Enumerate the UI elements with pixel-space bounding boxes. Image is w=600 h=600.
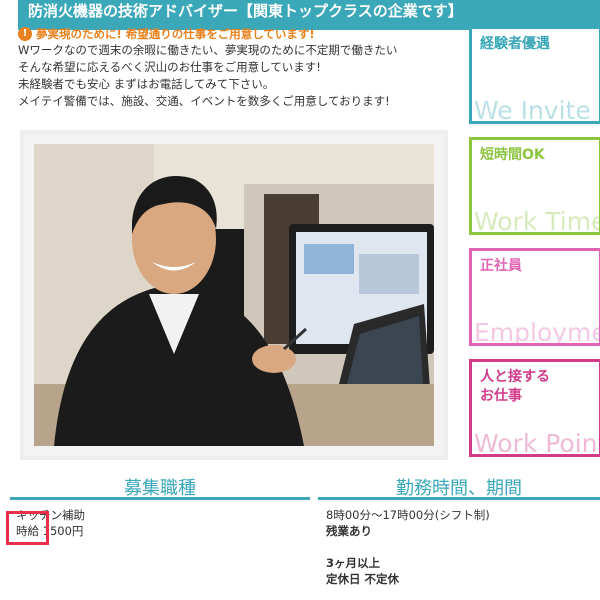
- intro-line: メイテイ警備では、施設、交通、イベントを数多くご用意しております!: [18, 94, 390, 108]
- feature-title: 経験者優遇: [480, 36, 550, 52]
- staff-photo: [34, 144, 434, 446]
- work-hours-line: 3ヶ月以上: [326, 556, 381, 570]
- feature-card-experienced: 経験者優遇 We Invite: [469, 26, 600, 124]
- feature-card-short-hours: 短時間OK Work Time: [469, 137, 600, 235]
- work-hours-details: 8時00分～17時00分(シフト制) 残業あり 3ヶ月以上 定休日 不定休: [326, 507, 490, 587]
- photo-frame: [20, 130, 448, 460]
- intro-line: そんな希望に応えるべく沢山のお仕事をご用意しています!: [18, 60, 321, 74]
- exclamation-icon: !: [18, 27, 32, 41]
- intro-heading: ! 夢実現のために! 希望通りの仕事をご用意しています!: [18, 26, 458, 42]
- work-hours-spacer: [326, 539, 490, 555]
- work-hours-line: 残業あり: [326, 524, 372, 538]
- feature-subtitle: We Invite: [474, 96, 591, 124]
- intro-body: Wワークなので週末の余暇に働きたい、夢実現のために不定期で働きたい そんな希望に…: [18, 42, 458, 110]
- wage-highlight-box: [6, 511, 49, 545]
- feature-title: 正社員: [480, 258, 522, 274]
- work-hours-line: 8時00分～17時00分(シフト制): [326, 508, 490, 522]
- job-type-divider: [10, 497, 310, 500]
- feature-subtitle: Work Time: [474, 207, 600, 235]
- intro-heading-text: 夢実現のために! 希望通りの仕事をご用意しています!: [36, 27, 315, 41]
- staff-photo-illustration: [34, 144, 434, 446]
- intro-line: Wワークなので週末の余暇に働きたい、夢実現のために不定期で働きたい: [18, 43, 398, 57]
- feature-title: 人と接する お仕事: [480, 369, 550, 404]
- feature-subtitle: Work Point!: [474, 429, 599, 457]
- feature-card-full-time: 正社員 Employment: [469, 248, 600, 346]
- intro-section: ! 夢実現のために! 希望通りの仕事をご用意しています! Wワークなので週末の余…: [18, 26, 458, 110]
- feature-title: 短時間OK: [480, 147, 545, 163]
- work-hours-divider: [318, 497, 600, 500]
- feature-subtitle: Employment: [474, 318, 599, 346]
- work-hours-line: 定休日 不定休: [326, 572, 400, 586]
- feature-card-customer-facing: 人と接する お仕事 Work Point!: [469, 359, 600, 457]
- intro-line: 未経験者でも安心 まずはお電話してみて下さい。: [18, 77, 275, 91]
